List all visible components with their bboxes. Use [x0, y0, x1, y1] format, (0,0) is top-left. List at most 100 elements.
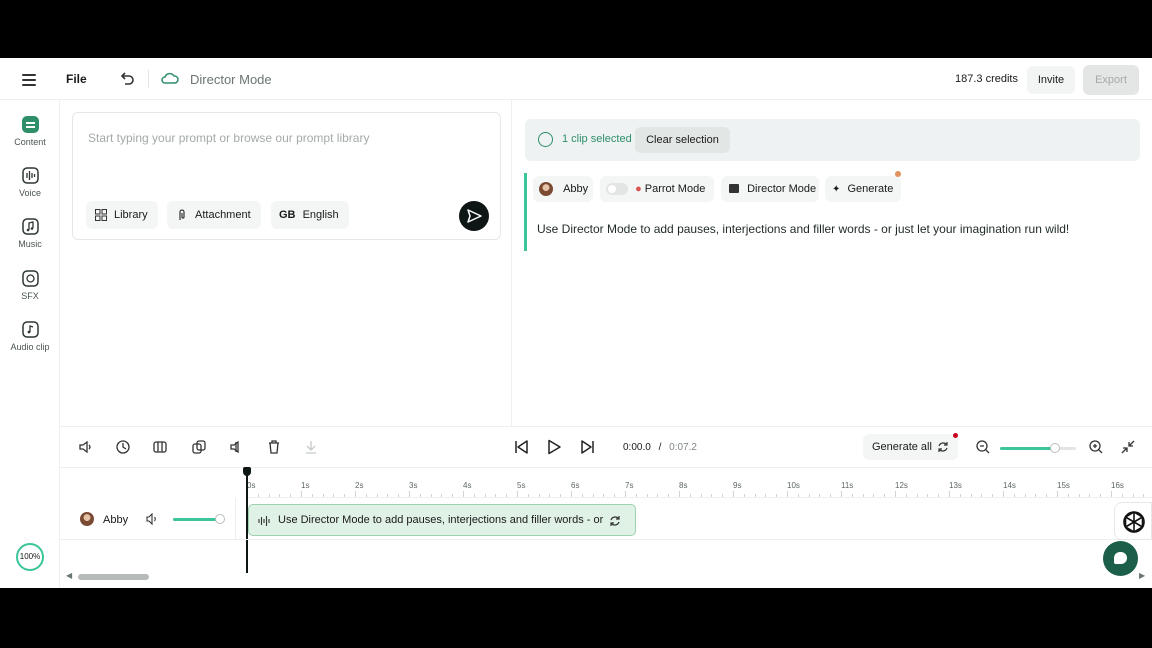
clock-icon[interactable] — [115, 439, 131, 455]
ruler-tick — [592, 494, 594, 497]
zoom-out-icon[interactable] — [975, 439, 991, 455]
playhead-handle[interactable] — [243, 467, 251, 476]
ruler-tick — [409, 491, 410, 497]
hamburger-menu-icon[interactable] — [20, 71, 38, 87]
ruler-tick-label: 6s — [571, 481, 580, 490]
prompt-box[interactable]: Start typing your prompt or browse our p… — [72, 112, 501, 240]
ruler-tick — [657, 494, 659, 497]
ruler-tick-label: 3s — [409, 481, 418, 490]
waveform-icon — [258, 516, 270, 526]
rail-item-content[interactable]: Content — [0, 116, 60, 147]
ruler-tick — [571, 491, 572, 497]
undo-icon[interactable] — [118, 70, 136, 88]
track-volume-handle[interactable] — [215, 514, 225, 524]
ruler-tick — [495, 494, 497, 497]
duplicate-icon[interactable] — [191, 439, 207, 455]
ruler-tick — [927, 494, 929, 497]
language-button[interactable]: GB English — [271, 201, 349, 229]
attachment-button[interactable]: Attachment — [167, 201, 261, 229]
refresh-icon — [938, 442, 948, 452]
prompt-input[interactable]: Start typing your prompt or browse our p… — [88, 131, 369, 145]
ruler-tick-label: 14s — [1003, 481, 1016, 490]
zoom-slider[interactable] — [1000, 443, 1076, 453]
track-volume-slider[interactable] — [173, 518, 220, 521]
credits-balance: 187.3 credits — [955, 73, 1018, 85]
toggle-switch[interactable] — [606, 183, 628, 196]
ruler-tick — [949, 491, 950, 497]
toolbar-divider — [148, 70, 149, 88]
ruler-tick — [1003, 491, 1004, 497]
generate-all-button[interactable]: Generate all — [863, 434, 958, 460]
regenerate-icon[interactable] — [609, 515, 621, 527]
skip-back-icon[interactable] — [513, 439, 529, 455]
ruler-tick — [527, 494, 529, 497]
generate-button[interactable]: ✦ Generate — [825, 176, 901, 202]
ruler-tick — [581, 494, 583, 497]
clear-selection-button[interactable]: Clear selection — [635, 127, 730, 153]
ruler-tick — [441, 494, 443, 497]
ruler-tick — [1121, 494, 1123, 497]
invite-button[interactable]: Invite — [1027, 66, 1075, 94]
library-button[interactable]: Library — [86, 201, 158, 229]
play-icon[interactable] — [546, 439, 562, 455]
voice-icon — [21, 167, 39, 184]
rail-item-label: SFX — [21, 291, 39, 301]
ruler-tick — [614, 494, 616, 497]
scroll-left-arrow[interactable]: ◀ — [66, 571, 72, 580]
ruler-tick — [754, 494, 756, 497]
mute-icon[interactable] — [228, 439, 244, 455]
ruler-tick — [765, 494, 767, 497]
collapse-icon[interactable] — [1120, 439, 1136, 455]
director-mode-button[interactable]: Director Mode — [721, 176, 819, 202]
ruler-tick — [355, 491, 356, 497]
clapperboard-icon — [729, 184, 739, 193]
ruler-tick — [743, 494, 745, 497]
ruler-tick-label: 9s — [733, 481, 742, 490]
split-clip-icon[interactable] — [152, 439, 168, 455]
speaker-volume-icon[interactable] — [77, 439, 93, 455]
rail-item-audio-clip[interactable]: Audio clip — [0, 321, 60, 352]
track-volume-icon[interactable] — [146, 513, 159, 525]
selected-clip-indicator — [524, 173, 527, 251]
ruler-tick — [603, 494, 605, 497]
timeline-clip[interactable]: Use Director Mode to add pauses, interje… — [248, 504, 636, 536]
ruler-tick — [365, 494, 367, 497]
skip-forward-icon[interactable] — [580, 439, 596, 455]
rail-item-sfx[interactable]: SFX — [0, 270, 60, 301]
rail-item-label: Music — [18, 239, 42, 249]
ruler-tick — [722, 494, 724, 497]
ruler-tick — [819, 494, 821, 497]
chat-support-button[interactable] — [1103, 541, 1138, 576]
ruler-tick-label: 5s — [517, 481, 526, 490]
zoom-percentage-badge[interactable]: 100% — [16, 543, 44, 571]
content-icon — [21, 116, 39, 133]
ruler-tick — [473, 494, 475, 497]
file-menu[interactable]: File — [66, 72, 87, 86]
scroll-right-arrow[interactable]: ▶ — [1139, 571, 1145, 580]
export-button[interactable]: Export — [1083, 65, 1139, 95]
ruler-tick-label: 10s — [787, 481, 800, 490]
ruler-tick — [679, 491, 680, 497]
rail-item-music[interactable]: Music — [0, 218, 60, 249]
clip-script-text[interactable]: Use Director Mode to add pauses, interje… — [537, 222, 1069, 236]
side-widget-button[interactable] — [1114, 502, 1152, 540]
horizontal-scrollbar[interactable] — [78, 574, 149, 580]
rail-item-label: Audio clip — [10, 342, 50, 352]
timeline-ruler[interactable]: 0s 1s 2s 3s 4s 5s 6s 7s 8s 9s 10s 11s 12s 13s 14s 15s 16… — [247, 468, 1152, 498]
top-bar: File Director Mode 187.3 credits Invite … — [0, 58, 1152, 100]
ruler-tick — [311, 494, 313, 497]
speaker-chip[interactable]: Abby — [533, 176, 593, 202]
ruler-tick — [646, 494, 648, 497]
ruler-tick-label: 2s — [355, 481, 364, 490]
zoom-in-icon[interactable] — [1088, 439, 1104, 455]
project-title[interactable]: Director Mode — [190, 72, 272, 87]
parrot-icon: ● — [635, 183, 642, 195]
rail-item-voice[interactable]: Voice — [0, 167, 60, 198]
parrot-mode-toggle[interactable]: ● Parrot Mode — [600, 176, 714, 202]
ruler-tick — [1035, 494, 1037, 497]
trash-icon[interactable] — [266, 439, 282, 455]
ruler-tick — [1132, 494, 1134, 497]
zoom-slider-handle[interactable] — [1049, 443, 1060, 453]
send-button[interactable] — [459, 201, 489, 231]
ruler-tick — [700, 494, 702, 497]
